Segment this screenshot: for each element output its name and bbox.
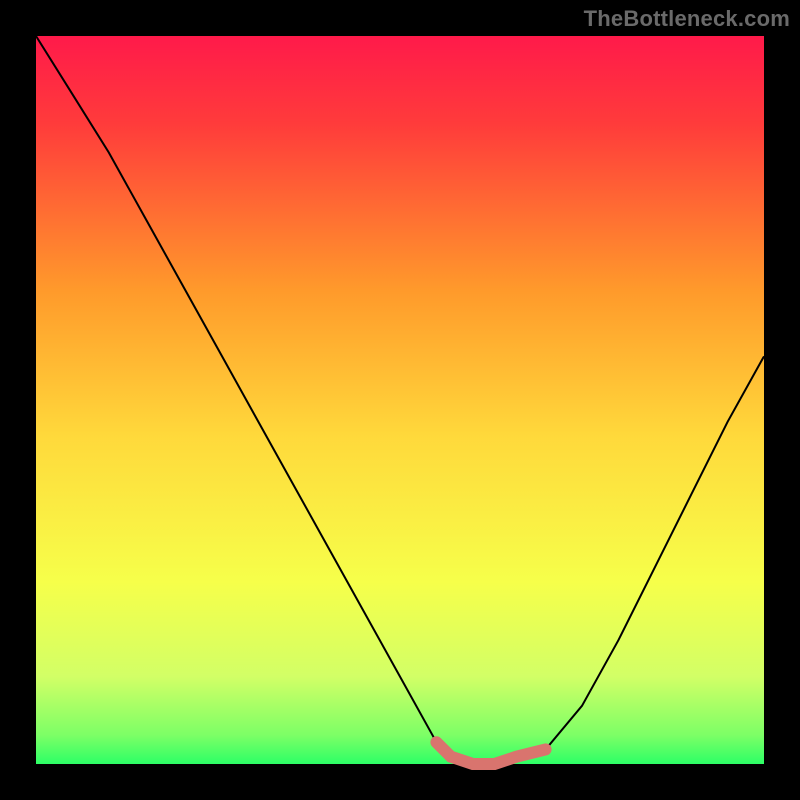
chart-svg — [0, 0, 800, 800]
chart-root: TheBottleneck.com — [0, 0, 800, 800]
plot-area — [36, 36, 764, 764]
watermark-text: TheBottleneck.com — [584, 6, 790, 32]
